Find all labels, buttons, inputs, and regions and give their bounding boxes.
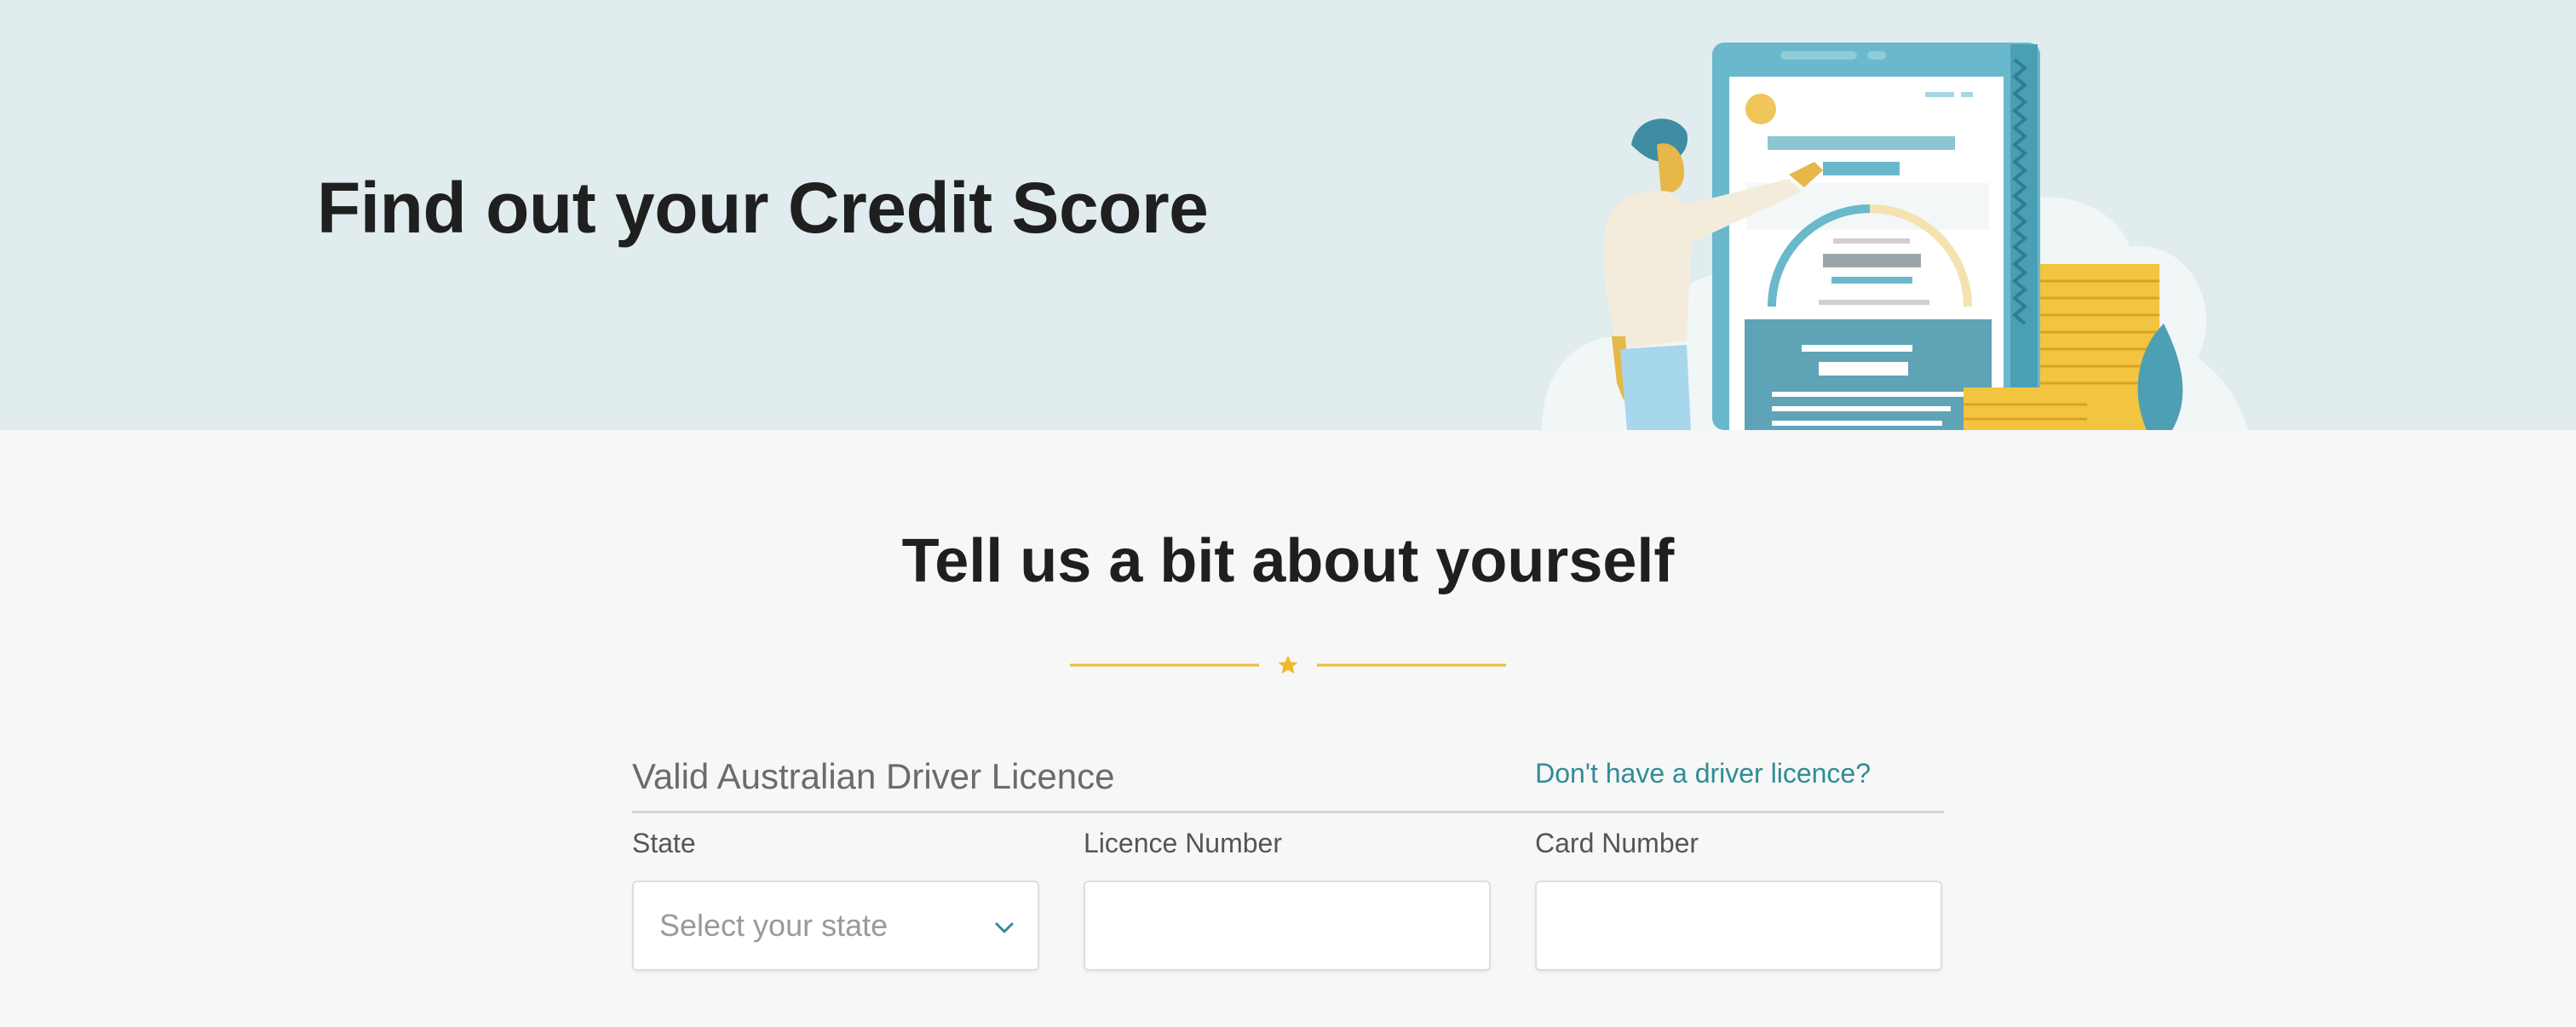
card-number-label: Card Number [1535,828,1699,858]
section-divider [1070,656,1506,674]
card-number-field [1535,881,1942,971]
hero-banner: Find out your Credit Score [0,0,2576,430]
licence-number-input[interactable] [1085,882,1489,969]
star-icon [1278,656,1298,674]
state-select[interactable]: Select your state [632,881,1039,971]
licence-group-title: Valid Australian Driver Licence [632,756,1115,796]
licence-number-label: Licence Number [1084,828,1282,858]
section-title: Tell us a bit about yourself [901,527,1675,595]
chevron-down-icon [995,922,1014,933]
state-label: State [632,828,696,858]
credit-score-illustration [1542,43,2249,430]
state-select-placeholder: Select your state [659,908,888,943]
card-number-input[interactable] [1537,882,1941,969]
no-driver-licence-link[interactable]: Don't have a driver licence? [1535,758,1871,789]
hero-title: Find out your Credit Score [317,168,1209,248]
licence-form-header: Valid Australian Driver Licence Don't ha… [632,749,1944,813]
licence-number-field [1084,881,1491,971]
